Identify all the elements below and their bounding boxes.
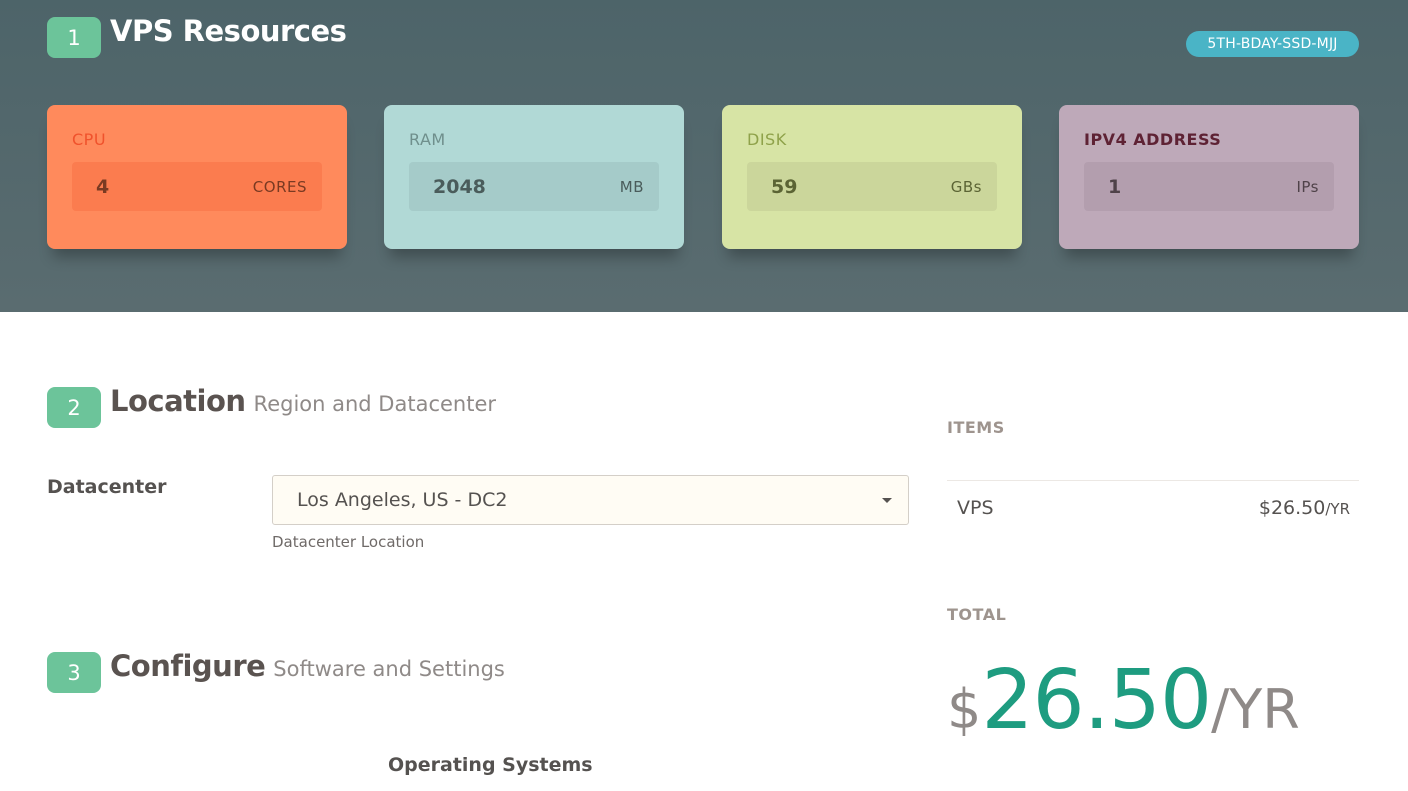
configure-title: Configure [110,649,266,683]
resources-section: 1 VPS Resources 5TH-BDAY-SSD-MJJ CPU 4 C… [0,0,1408,312]
configure-heading: Configure Software and Settings [110,649,505,683]
resources-title: VPS Resources [110,14,347,48]
ram-value: 2048 [433,175,486,198]
ram-value-box[interactable]: 2048 MB [409,162,659,211]
disk-unit: GBs [950,177,982,196]
vps-price-period: /YR [1325,500,1350,518]
step-badge-1: 1 [47,17,101,58]
ipv4-value-box[interactable]: 1 IPs [1084,162,1334,211]
items-label: ITEMS [947,418,1005,437]
ram-unit: MB [619,177,644,196]
datacenter-label: Datacenter [47,476,167,498]
vps-price-amount: $26.50 [1258,497,1326,519]
datacenter-selected-value: Los Angeles, US - DC2 [297,489,508,511]
total-price: $26.50/YR [947,660,1300,742]
location-subtitle: Region and Datacenter [253,392,497,416]
total-amount: 26.50 [981,653,1212,748]
operating-systems-heading: Operating Systems [388,754,593,776]
caret-down-icon [882,497,892,503]
disk-card: DISK 59 GBs [722,105,1022,249]
summary-divider [947,480,1359,481]
total-period: /YR [1211,678,1300,741]
location-title: Location [110,384,246,418]
cpu-label: CPU [72,130,107,149]
disk-value-box[interactable]: 59 GBs [747,162,997,211]
total-currency: $ [947,678,982,741]
summary-item-vps-price: $26.50/YR [1259,497,1350,519]
configure-subtitle: Software and Settings [273,657,505,681]
step-badge-2: 2 [47,387,101,428]
disk-value: 59 [771,175,798,198]
disk-label: DISK [747,130,787,149]
cpu-card: CPU 4 CORES [47,105,347,249]
ipv4-unit: IPs [1296,177,1319,196]
ipv4-label: IPV4 ADDRESS [1084,130,1222,149]
cpu-value-box[interactable]: 4 CORES [72,162,322,211]
ipv4-card: IPV4 ADDRESS 1 IPs [1059,105,1359,249]
ram-label: RAM [409,130,446,149]
datacenter-select[interactable]: Los Angeles, US - DC2 [272,475,909,525]
summary-item-vps-name: VPS [957,497,994,519]
ram-card: RAM 2048 MB [384,105,684,249]
total-label: TOTAL [947,605,1007,624]
cpu-value: 4 [96,175,110,198]
location-heading: Location Region and Datacenter [110,384,496,418]
cpu-unit: CORES [252,177,307,196]
ipv4-value: 1 [1108,175,1122,198]
promo-code-badge: 5TH-BDAY-SSD-MJJ [1186,31,1359,57]
datacenter-help-text: Datacenter Location [272,533,425,551]
step-badge-3: 3 [47,652,101,693]
